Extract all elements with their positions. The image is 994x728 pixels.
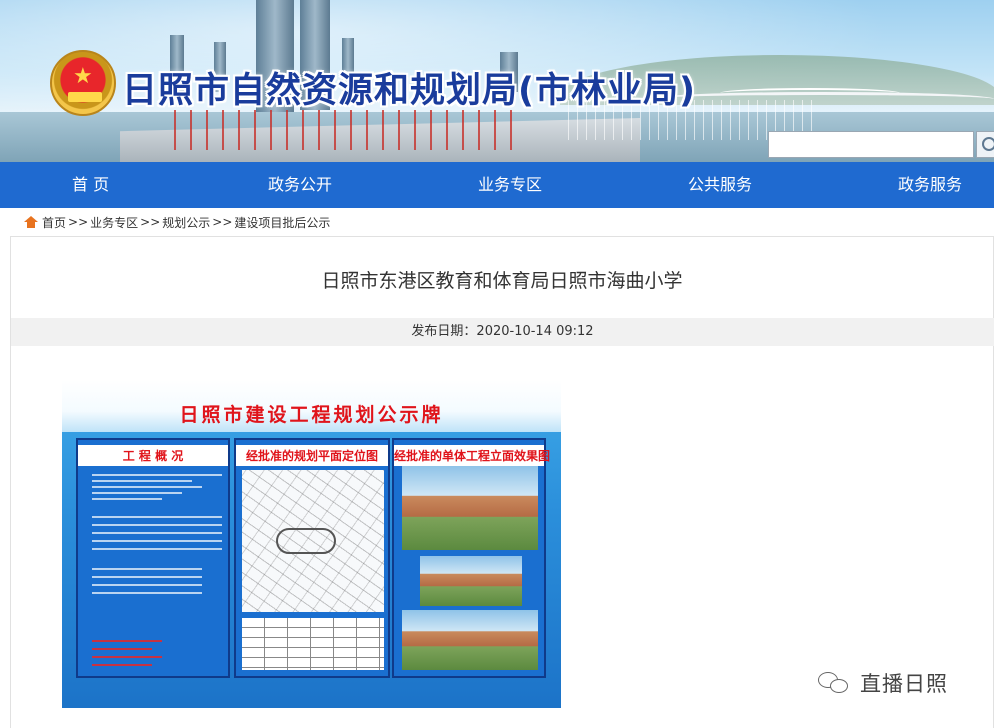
home-icon bbox=[24, 216, 38, 228]
breadcrumb-link-home[interactable]: 首页 bbox=[42, 214, 66, 231]
site-plan-table bbox=[242, 618, 384, 670]
search-icon bbox=[982, 137, 994, 151]
board-column-title: 工 程 概 况 bbox=[78, 445, 228, 466]
banner-flags bbox=[160, 110, 520, 150]
breadcrumb-link-planning-notice[interactable]: 规划公示 bbox=[162, 214, 210, 231]
search-button[interactable] bbox=[976, 131, 994, 158]
board-column-site-plan: 经批准的规划平面定位图 bbox=[234, 438, 390, 678]
publish-date-label: 发布日期： bbox=[411, 324, 477, 339]
board-column-overview: 工 程 概 况 bbox=[76, 438, 230, 678]
board-column-title: 经批准的规划平面定位图 bbox=[236, 445, 388, 466]
planning-notice-board-image: 日照市建设工程规划公示牌 工 程 概 况 经批准的规划平面定位图 经批准的单体工… bbox=[62, 380, 561, 708]
nav-item-government-service[interactable]: 政务服务 bbox=[898, 162, 962, 208]
breadcrumb-link-project-notice[interactable]: 建设项目批后公示 bbox=[234, 214, 330, 231]
national-emblem-icon: ★ bbox=[50, 50, 116, 116]
board-column-title: 经批准的单体工程立面效果图 bbox=[394, 445, 550, 466]
building-rendering bbox=[402, 466, 538, 550]
site-title: 日照市自然资源和规划局(市林业局) bbox=[122, 71, 696, 111]
nav-item-business-zone[interactable]: 业务专区 bbox=[478, 162, 542, 208]
watermark-text: 直播日照 bbox=[860, 672, 948, 696]
wechat-icon bbox=[818, 670, 850, 696]
breadcrumb-separator: >> bbox=[68, 215, 89, 229]
breadcrumb-separator: >> bbox=[140, 215, 161, 229]
article-title: 日照市东港区教育和体育局日照市海曲小学 bbox=[321, 270, 683, 292]
header-banner: ★ 日照市自然资源和规划局(市林业局) bbox=[0, 0, 994, 162]
watermark: 直播日照 bbox=[818, 668, 948, 698]
article-meta: 发布日期：2020-10-14 09:12 bbox=[11, 318, 994, 346]
nav-item-home[interactable]: 首 页 bbox=[72, 162, 109, 208]
breadcrumb: 首页 >> 业务专区 >> 规划公示 >> 建设项目批后公示 bbox=[24, 213, 330, 231]
board-column-renderings: 经批准的单体工程立面效果图 bbox=[392, 438, 550, 678]
site-plan-track bbox=[276, 528, 336, 554]
banner-bridge bbox=[720, 88, 900, 98]
breadcrumb-link-business-zone[interactable]: 业务专区 bbox=[90, 214, 138, 231]
nav-item-government-affairs[interactable]: 政务公开 bbox=[268, 162, 332, 208]
nav-item-public-service[interactable]: 公共服务 bbox=[688, 162, 752, 208]
publish-date: 2020-10-14 09:12 bbox=[476, 324, 594, 339]
board-title: 日照市建设工程规划公示牌 bbox=[179, 404, 444, 426]
building-rendering bbox=[420, 556, 522, 606]
main-nav: 首 页 政务公开 业务专区 公共服务 政务服务 bbox=[0, 162, 994, 208]
search-input[interactable] bbox=[768, 131, 974, 158]
breadcrumb-separator: >> bbox=[212, 215, 233, 229]
building-rendering bbox=[402, 610, 538, 670]
